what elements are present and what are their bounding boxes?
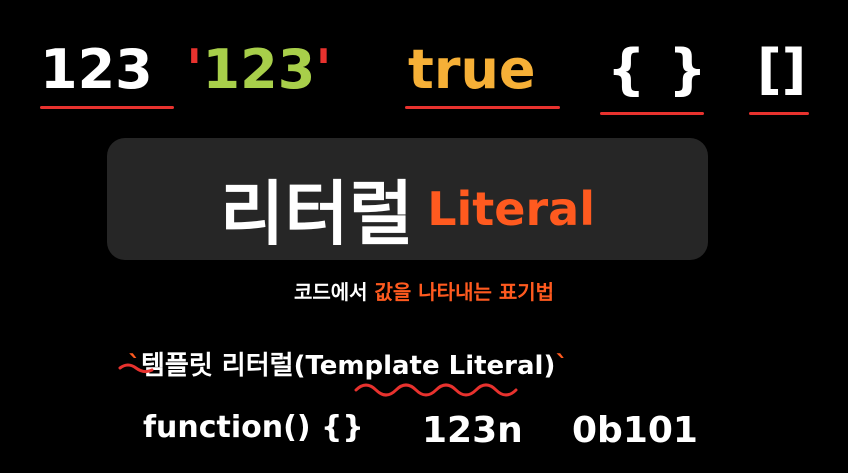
subtitle: 코드에서 값을 나타내는 표기법: [0, 276, 848, 305]
title-english: Literal: [427, 181, 595, 236]
subtitle-prefix: 코드에서: [293, 280, 375, 304]
template-backtick-underline: [118, 363, 154, 374]
binary-literal: 0b101: [572, 410, 698, 451]
card-title: 리터럴 Literal: [107, 158, 708, 259]
function-literal: function() {}: [143, 410, 364, 445]
template-literal: `템플릿 리터럴(Template Literal)`: [128, 345, 568, 382]
title-card: 리터럴 Literal: [107, 138, 708, 260]
string-quote-open: ': [186, 38, 203, 101]
array-literal: []: [757, 38, 807, 101]
bigint-literal: 123n: [422, 410, 523, 451]
template-backtick-close: `: [555, 351, 569, 381]
number-literal: 123: [40, 38, 153, 101]
string-literal: '123': [186, 40, 332, 100]
string-quote-close: ': [315, 38, 332, 101]
array-underline: [749, 112, 809, 115]
template-word-squiggle: [354, 383, 518, 397]
boolean-literal: true: [408, 38, 536, 101]
number-underline: [40, 106, 174, 109]
object-underline: [600, 112, 704, 115]
subtitle-highlight: 값을 나타내는 표기법: [374, 280, 555, 304]
title-korean: 리터럴: [220, 173, 414, 255]
boolean-underline: [405, 106, 560, 109]
template-literal-text: 템플릿 리터럴(Template Literal): [141, 351, 556, 381]
string-value: 123: [202, 38, 316, 101]
object-literal: { }: [607, 38, 709, 101]
